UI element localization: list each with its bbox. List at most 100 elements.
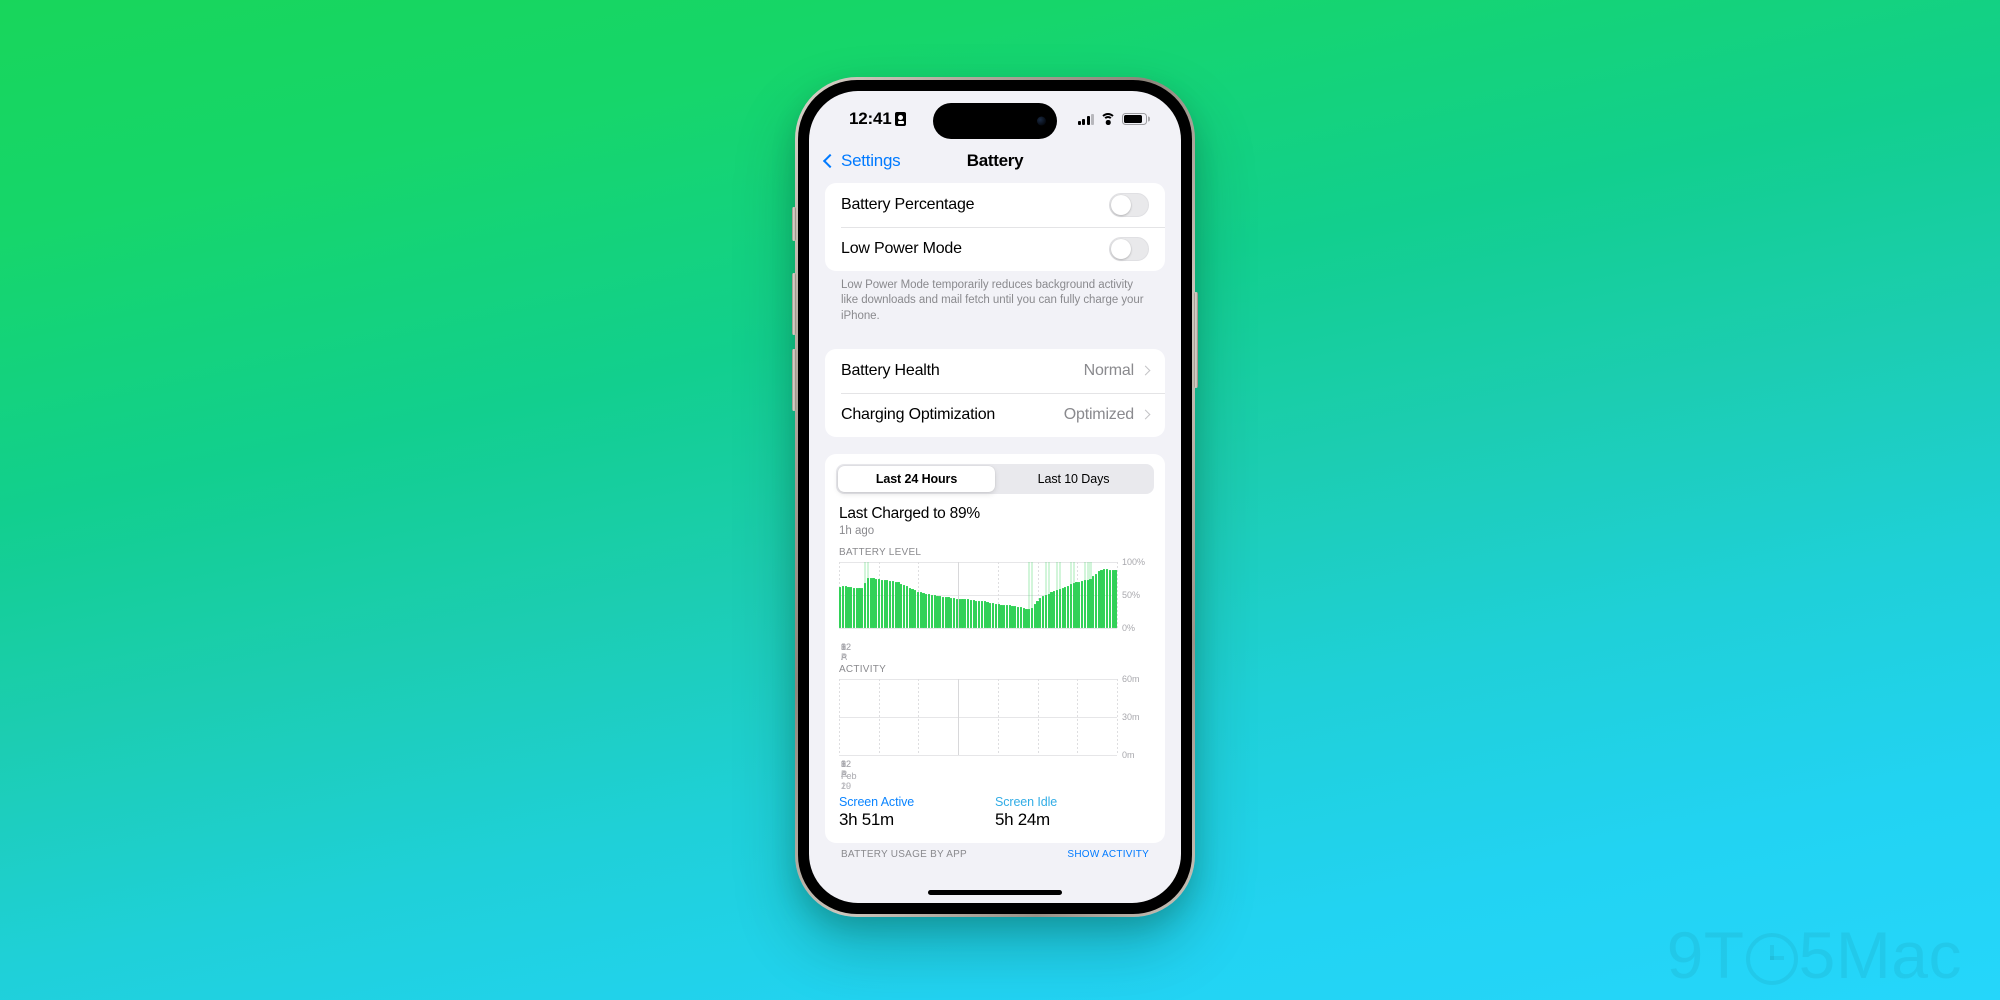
row-label: Battery Percentage xyxy=(841,196,975,213)
last-charged-title: Last Charged to 89% xyxy=(839,504,980,522)
device-bezel: 12:41 Settings Battery Battery Percentag… xyxy=(798,80,1192,914)
back-button-settings[interactable]: Settings xyxy=(822,151,901,171)
chart-bar xyxy=(880,579,883,628)
settings-content: Battery Percentage Low Power Mode Low Po… xyxy=(809,183,1181,860)
chart-bar xyxy=(877,579,881,628)
chart-bar xyxy=(905,586,908,628)
battery-percentage-toggle[interactable] xyxy=(1109,193,1149,217)
status-time: 12:41 xyxy=(849,109,892,128)
volume-up-button[interactable] xyxy=(792,273,796,335)
battery-usage-by-app-header: BATTERY USAGE BY APP SHOW ACTIVITY xyxy=(825,843,1165,860)
time-range-segmented-control[interactable]: Last 24 Hours Last 10 Days xyxy=(836,463,1154,494)
charging-indicator-strip xyxy=(839,629,898,638)
y-tick-label: 0% xyxy=(1122,622,1136,633)
power-button[interactable] xyxy=(1194,292,1198,388)
chart-bar xyxy=(1055,589,1059,628)
cellular-signal-icon xyxy=(1077,113,1094,125)
row-value: Normal xyxy=(1083,361,1135,379)
usage-legend: Screen Active 3h 51m Screen Idle 5h 24m xyxy=(825,784,1165,843)
chart-bar xyxy=(866,578,869,628)
action-button[interactable] xyxy=(792,207,796,241)
legend-label: Screen Idle xyxy=(995,794,1058,809)
activity-chart: ACTIVITY 60m 30m 0m 3 6 9 12 A 3 6 9 12 P Feb 19 F… xyxy=(825,654,1165,791)
chart-bar xyxy=(1005,605,1009,628)
y-axis-spacer xyxy=(839,755,873,771)
chart-bar xyxy=(941,596,945,628)
chart-bar xyxy=(889,580,892,628)
low-power-mode-toggle[interactable] xyxy=(1109,237,1149,261)
home-indicator[interactable] xyxy=(928,890,1062,895)
segment-last-24-hours[interactable]: Last 24 Hours xyxy=(838,465,995,492)
chart-bar xyxy=(1080,580,1084,628)
activity-y-axis: 60m 30m 0m xyxy=(1117,674,1151,760)
show-activity-button[interactable]: SHOW ACTIVITY xyxy=(1067,849,1149,860)
y-tick-label: 50% xyxy=(1122,589,1141,600)
chevron-right-icon xyxy=(1140,365,1151,376)
health-card: Battery Health Normal Charging Optimizat… xyxy=(825,348,1165,437)
legend-screen-idle: Screen Idle 5h 24m xyxy=(995,795,1151,830)
y-axis-spacer xyxy=(898,628,932,638)
legend-value: 3h 51m xyxy=(839,809,894,829)
low-power-mode-footnote: Low Power Mode temporarily reduces backg… xyxy=(841,279,1144,322)
battery-level-plot xyxy=(839,561,1118,629)
legend-screen-active: Screen Active 3h 51m xyxy=(839,795,995,830)
segment-last-10-days[interactable]: Last 10 Days xyxy=(995,466,1152,492)
row-low-power-mode[interactable]: Low Power Mode xyxy=(825,227,1165,271)
row-label: Battery Health xyxy=(841,361,940,379)
battery-level-chart-title: BATTERY LEVEL xyxy=(839,546,922,558)
chart-bar xyxy=(1017,606,1020,628)
chart-bar xyxy=(991,603,995,628)
chart-bar xyxy=(1003,604,1006,628)
device-screen: 12:41 Settings Battery Battery Percentag… xyxy=(809,91,1181,903)
chart-bar xyxy=(1067,585,1070,628)
toggles-card: Battery Percentage Low Power Mode xyxy=(825,183,1165,271)
row-battery-percentage[interactable]: Battery Percentage xyxy=(825,183,1165,227)
y-tick-label: 100% xyxy=(1122,556,1146,567)
navigation-bar: Settings Battery xyxy=(809,139,1181,183)
back-button-label: Settings xyxy=(841,151,901,170)
chart-bar xyxy=(980,601,984,628)
screen-record-icon xyxy=(895,112,907,126)
chart-bar xyxy=(939,596,942,628)
status-bar-right xyxy=(1077,113,1147,125)
chart-bar xyxy=(914,590,917,628)
row-charging-optimization[interactable]: Charging Optimization Optimized xyxy=(825,392,1165,437)
chart-bar xyxy=(978,600,981,628)
wifi-icon xyxy=(1100,113,1116,125)
watermark-9to5mac: 9T 5Mac xyxy=(1667,922,1962,988)
battery-usage-card: Last 24 Hours Last 10 Days Last Charged … xyxy=(825,453,1165,843)
chart-bar xyxy=(1058,588,1061,628)
chart-bar xyxy=(953,598,956,628)
dynamic-island[interactable] xyxy=(933,103,1057,139)
row-value: Optimized xyxy=(1063,405,1134,423)
chart-bar xyxy=(850,586,853,628)
activity-plot xyxy=(839,678,1118,756)
chart-bar xyxy=(1083,580,1086,628)
battery-level-chart: BATTERY LEVEL 100% 50% 0% 3 6 9 12 A 3 6 9 12 P xyxy=(825,537,1165,662)
chart-bar xyxy=(994,604,997,628)
front-camera-icon xyxy=(1037,116,1046,126)
chevron-left-icon xyxy=(822,153,838,169)
chart-bar xyxy=(1044,594,1047,628)
chart-bar xyxy=(1108,569,1111,628)
row-battery-health[interactable]: Battery Health Normal xyxy=(825,349,1165,393)
chart-bar xyxy=(1019,607,1022,628)
activity-bars xyxy=(839,679,1117,755)
chart-bar xyxy=(1042,596,1045,628)
y-tick-label: 30m xyxy=(1122,711,1140,722)
volume-down-button[interactable] xyxy=(792,349,796,411)
chart-bar xyxy=(966,599,970,628)
battery-icon xyxy=(1122,113,1147,125)
chevron-right-icon xyxy=(1140,409,1151,420)
device-frame: 12:41 Settings Battery Battery Percentag… xyxy=(792,77,1198,917)
last-charged-block: Last Charged to 89% 1h ago xyxy=(825,494,1165,537)
iphone-device: 12:41 Settings Battery Battery Percentag… xyxy=(792,77,1198,917)
chart-bar xyxy=(1069,584,1073,628)
chart-bar xyxy=(1028,609,1031,628)
legend-label: Screen Active xyxy=(839,794,915,809)
page-title: Battery xyxy=(966,151,1024,170)
chart-bar xyxy=(955,598,958,628)
watermark-text-post: 5Mac xyxy=(1798,918,1962,992)
chart-bar xyxy=(1106,569,1109,628)
chart-bar xyxy=(969,600,972,628)
